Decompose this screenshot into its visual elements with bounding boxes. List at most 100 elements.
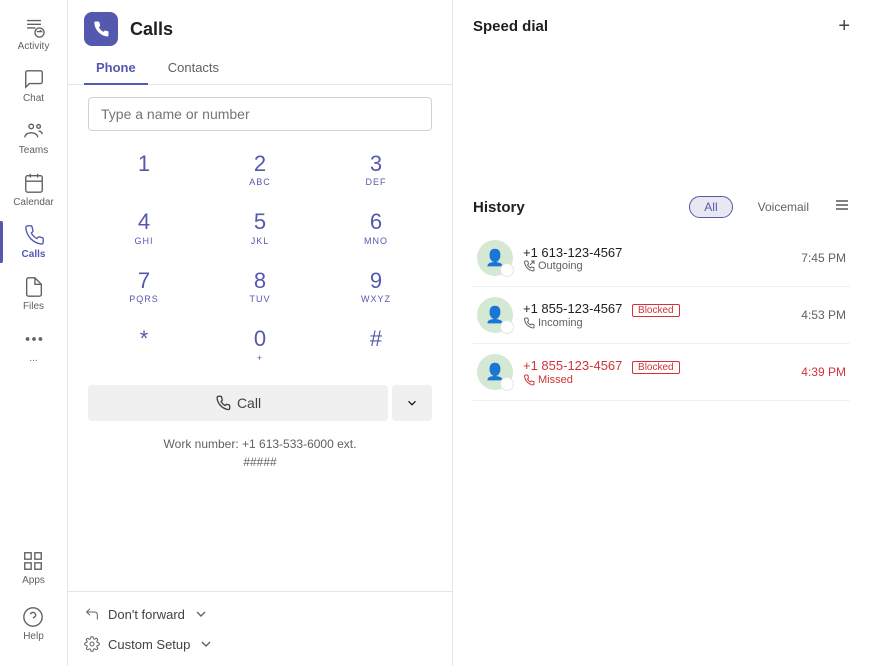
call-details-2: +1 855-123-4567 Blocked Incoming xyxy=(523,301,791,329)
call-item-3[interactable]: 👤 +1 855-123-4567 Blocked Missed 4:39 PM xyxy=(473,344,850,401)
dial-key-0[interactable]: 0+ xyxy=(204,318,316,372)
speed-dial-header: Speed dial + xyxy=(473,16,850,36)
sidebar-item-calls[interactable]: Calls xyxy=(0,216,67,268)
missed-icon xyxy=(523,374,535,386)
chat-icon xyxy=(23,68,45,90)
tab-phone[interactable]: Phone xyxy=(84,52,148,85)
avatar-2: 👤 xyxy=(477,297,513,333)
search-input[interactable] xyxy=(88,97,432,131)
dial-key-1[interactable]: 1 xyxy=(88,143,200,197)
call-item-2[interactable]: 👤 +1 855-123-4567 Blocked Incoming 4:53 … xyxy=(473,287,850,344)
sidebar-item-label: Teams xyxy=(19,145,48,156)
dial-key-3[interactable]: 3DEF xyxy=(320,143,432,197)
sidebar-item-activity[interactable]: Activity xyxy=(0,8,67,60)
dial-key-hash[interactable]: # xyxy=(320,318,432,372)
work-number-display: Work number: +1 613-533-6000 ext. ##### xyxy=(88,435,432,471)
call-type-2: Incoming xyxy=(523,317,791,329)
call-item-1[interactable]: 👤 +1 613-123-4567 Outgoing 7:45 PM xyxy=(473,230,850,287)
call-time-1: 7:45 PM xyxy=(801,251,846,265)
add-speed-dial-button[interactable]: + xyxy=(838,16,850,36)
call-button-row: Call xyxy=(88,385,432,421)
sidebar-item-more[interactable]: ... xyxy=(0,320,67,372)
custom-setup-label: Custom Setup xyxy=(108,637,190,652)
blocked-badge-3: Blocked xyxy=(632,361,680,374)
sidebar-item-apps[interactable]: Apps xyxy=(18,542,49,594)
blocked-badge-2: Blocked xyxy=(632,304,680,317)
right-panel: Speed dial + History All Voicemail 👤 +1 … xyxy=(453,0,870,666)
chevron-down-icon xyxy=(198,636,214,652)
avatar-badge-3 xyxy=(500,377,514,391)
call-time-3: 4:39 PM xyxy=(801,365,846,379)
outgoing-icon xyxy=(523,260,535,272)
sidebar-item-files[interactable]: Files xyxy=(0,268,67,320)
menu-icon xyxy=(834,197,850,213)
calls-nav-icon xyxy=(23,224,45,246)
sidebar-item-label: Help xyxy=(23,631,44,642)
custom-setup-option[interactable]: Custom Setup xyxy=(84,632,436,656)
call-button[interactable]: Call xyxy=(88,385,388,421)
call-details-3: +1 855-123-4567 Blocked Missed xyxy=(523,358,791,386)
dial-key-6[interactable]: 6MNO xyxy=(320,201,432,255)
call-button-label: Call xyxy=(237,395,261,411)
sidebar-item-label: Files xyxy=(23,301,44,312)
bottom-options: Don't forward Custom Setup xyxy=(68,591,452,666)
call-number-2: +1 855-123-4567 Blocked xyxy=(523,301,791,317)
dial-key-9[interactable]: 9WXYZ xyxy=(320,260,432,314)
sidebar-item-label: Calendar xyxy=(13,197,54,208)
chevron-down-icon xyxy=(193,606,209,622)
dialpad-grid: 1 2ABC 3DEF 4GHI 5JKL 6MNO 7PQRS 8TUV 9W… xyxy=(88,143,432,373)
history-section: History All Voicemail 👤 +1 613-123-4567 xyxy=(473,196,850,401)
sidebar-item-teams[interactable]: Teams xyxy=(0,112,67,164)
avatar-badge-1 xyxy=(500,263,514,277)
filter-voicemail-button[interactable]: Voicemail xyxy=(743,196,824,218)
forward-icon xyxy=(84,606,100,622)
sidebar-item-label: Activity xyxy=(18,41,50,52)
dial-key-7[interactable]: 7PQRS xyxy=(88,260,200,314)
history-title: History xyxy=(473,199,679,216)
dont-forward-label: Don't forward xyxy=(108,607,185,622)
history-header: History All Voicemail xyxy=(473,196,850,218)
call-details-1: +1 613-123-4567 Outgoing xyxy=(523,245,791,272)
dial-key-star[interactable]: * xyxy=(88,318,200,372)
call-type-label-1: Outgoing xyxy=(538,260,583,272)
sidebar-item-label: Calls xyxy=(22,249,46,260)
call-type-label-2: Incoming xyxy=(538,317,583,329)
help-icon xyxy=(22,606,44,628)
calendar-icon xyxy=(23,172,45,194)
call-time-2: 4:53 PM xyxy=(801,308,846,322)
call-type-3: Missed xyxy=(523,374,791,386)
call-type-label-3: Missed xyxy=(538,374,573,386)
dial-key-4[interactable]: 4GHI xyxy=(88,201,200,255)
dial-key-5[interactable]: 5JKL xyxy=(204,201,316,255)
call-expand-button[interactable] xyxy=(392,385,432,421)
filter-all-button[interactable]: All xyxy=(689,196,732,218)
work-number-label: Work number: +1 613-533-6000 ext. xyxy=(164,437,357,451)
activity-icon xyxy=(23,16,45,38)
files-icon xyxy=(23,276,45,298)
tab-contacts[interactable]: Contacts xyxy=(156,52,231,85)
history-menu-button[interactable] xyxy=(834,197,850,218)
settings-icon xyxy=(84,636,100,652)
sidebar-item-calendar[interactable]: Calendar xyxy=(0,164,67,216)
dial-key-8[interactable]: 8TUV xyxy=(204,260,316,314)
page-title: Calls xyxy=(130,19,173,40)
sidebar-item-label: Chat xyxy=(23,93,44,104)
dont-forward-option[interactable]: Don't forward xyxy=(84,602,436,626)
apps-icon xyxy=(22,550,44,572)
sidebar-item-chat[interactable]: Chat xyxy=(0,60,67,112)
calls-header: Calls xyxy=(68,0,452,46)
sidebar-item-help[interactable]: Help xyxy=(18,598,49,650)
more-icon xyxy=(23,328,45,350)
sidebar: Activity Chat Teams Calendar Calls Files… xyxy=(0,0,68,666)
avatar-3: 👤 xyxy=(477,354,513,390)
work-number-ext: ##### xyxy=(243,455,276,469)
sidebar-item-label: Apps xyxy=(22,575,45,586)
sidebar-item-label: ... xyxy=(29,353,37,364)
phone-icon xyxy=(215,395,231,411)
calls-app-icon xyxy=(84,12,118,46)
main-content: Calls Phone Contacts 1 2ABC 3DEF 4GHI 5J… xyxy=(68,0,870,666)
chevron-down-icon xyxy=(405,396,419,410)
call-type-1: Outgoing xyxy=(523,260,791,272)
incoming-icon xyxy=(523,317,535,329)
dial-key-2[interactable]: 2ABC xyxy=(204,143,316,197)
